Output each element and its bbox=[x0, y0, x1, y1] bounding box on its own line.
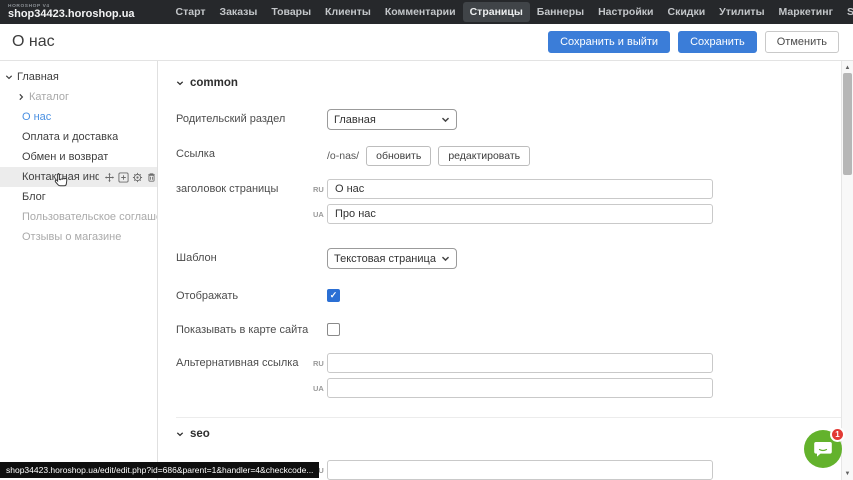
field-template: Шаблон Текстовая страница bbox=[176, 248, 841, 269]
support-chat-button[interactable]: 1 bbox=[804, 430, 842, 468]
nav-item-orders[interactable]: Заказы bbox=[213, 2, 265, 22]
field-label: заголовок страницы bbox=[176, 179, 313, 196]
page-title-ru-input[interactable] bbox=[327, 179, 713, 199]
chevron-down-icon bbox=[176, 79, 184, 87]
field-parent-section: Родительский раздел Главная bbox=[176, 109, 841, 130]
select-value: Главная bbox=[334, 114, 441, 126]
tree-item-catalog[interactable]: Каталог bbox=[0, 87, 157, 107]
section-seo-toggle[interactable]: seo bbox=[176, 428, 841, 440]
delete-trash-icon[interactable] bbox=[146, 172, 157, 183]
scrollbar-thumb[interactable] bbox=[843, 73, 852, 175]
tree-item-label: Пользовательское соглашение bbox=[22, 211, 157, 223]
display-checkbox[interactable] bbox=[327, 289, 340, 302]
page-header: О нас Сохранить и выйти Сохранить Отмени… bbox=[0, 24, 853, 61]
field-alt-link: Альтернативная ссылка RU UA bbox=[176, 353, 841, 403]
nav-item-utilities[interactable]: Утилиты bbox=[712, 2, 771, 22]
lang-badge-ua: UA bbox=[313, 210, 327, 219]
logo[interactable]: HOROSHOP V4 shop34423.horoshop.ua bbox=[8, 4, 135, 21]
tree-item-label: Каталог bbox=[29, 91, 69, 103]
save-and-exit-button[interactable]: Сохранить и выйти bbox=[548, 31, 670, 53]
top-navbar: HOROSHOP V4 shop34423.horoshop.ua Старт … bbox=[0, 0, 853, 24]
chevron-down-icon bbox=[441, 115, 450, 124]
field-link: Ссылка /o-nas/ обновить редактировать bbox=[176, 144, 841, 166]
tree-item-blog[interactable]: Блог bbox=[0, 187, 157, 207]
link-path-value: /o-nas/ bbox=[327, 150, 359, 162]
nav-item-comments[interactable]: Комментарии bbox=[378, 2, 463, 22]
section-seo-title: seo bbox=[190, 428, 210, 440]
alt-link-ua-input[interactable] bbox=[327, 378, 713, 398]
tree-item-label: Обмен и возврат bbox=[22, 151, 108, 163]
tree-item-hover-actions bbox=[104, 172, 157, 183]
chat-notification-badge: 1 bbox=[830, 427, 845, 442]
chevron-right-icon[interactable] bbox=[17, 93, 25, 101]
template-select[interactable]: Текстовая страница bbox=[327, 248, 457, 269]
tree-item-about-us[interactable]: О нас bbox=[0, 107, 157, 127]
tree-item-user-agreement[interactable]: Пользовательское соглашение bbox=[0, 207, 157, 227]
chevron-down-icon[interactable] bbox=[5, 73, 13, 81]
tree-item-label: Контактная инфор bbox=[22, 171, 99, 183]
chevron-down-icon bbox=[176, 430, 184, 438]
pages-tree-sidebar: Главная Каталог О нас Оплата и доставка … bbox=[0, 61, 157, 480]
settings-gear-icon[interactable] bbox=[132, 172, 143, 183]
field-label: Ссылка bbox=[176, 144, 313, 161]
section-common-toggle[interactable]: common bbox=[176, 77, 841, 89]
tree-item-label: Отзывы о магазине bbox=[22, 231, 121, 243]
nav-item-products[interactable]: Товары bbox=[264, 2, 318, 22]
tree-item-label: Главная bbox=[17, 71, 59, 83]
field-label: Показывать в карте сайта bbox=[176, 320, 313, 337]
tree-item-store-reviews[interactable]: Отзывы о магазине bbox=[0, 227, 157, 247]
nav-item-start[interactable]: Старт bbox=[169, 2, 213, 22]
nav-item-pages[interactable]: Страницы bbox=[463, 2, 530, 22]
move-icon[interactable] bbox=[104, 172, 115, 183]
save-button[interactable]: Сохранить bbox=[678, 31, 757, 53]
tree-item-label: Оплата и доставка bbox=[22, 131, 118, 143]
page-title: О нас bbox=[12, 33, 55, 51]
nav-item-seo[interactable]: Seo bbox=[840, 2, 853, 22]
nav-item-marketing[interactable]: Маркетинг bbox=[772, 2, 840, 22]
field-page-title: заголовок страницы RU UA bbox=[176, 179, 841, 229]
refresh-link-button[interactable]: обновить bbox=[366, 146, 431, 166]
main-nav: Старт Заказы Товары Клиенты Комментарии … bbox=[169, 2, 853, 22]
chat-bubble-icon bbox=[813, 440, 833, 458]
html-title-ru-input[interactable] bbox=[327, 460, 713, 480]
scroll-down-arrow-icon[interactable]: ▼ bbox=[842, 468, 853, 479]
logo-domain: shop34423.horoshop.ua bbox=[8, 9, 135, 21]
page-actions: Сохранить и выйти Сохранить Отменить bbox=[548, 31, 839, 53]
lang-badge-ru: RU bbox=[313, 359, 327, 368]
nav-item-banners[interactable]: Баннеры bbox=[530, 2, 591, 22]
tree-item-label: О нас bbox=[22, 111, 51, 123]
select-value: Текстовая страница bbox=[334, 253, 441, 265]
cancel-button[interactable]: Отменить bbox=[765, 31, 839, 53]
status-url-tooltip: shop34423.horoshop.ua/edit/edit.php?id=6… bbox=[0, 462, 319, 478]
alt-link-ru-input[interactable] bbox=[327, 353, 713, 373]
field-display: Отображать bbox=[176, 286, 841, 303]
page-edit-form: common Родительский раздел Главная Ссылк… bbox=[157, 61, 841, 480]
nav-item-settings[interactable]: Настройки bbox=[591, 2, 660, 22]
vertical-scrollbar[interactable]: ▲ ▼ bbox=[841, 61, 853, 480]
tree-item-payment-delivery[interactable]: Оплата и доставка bbox=[0, 127, 157, 147]
chevron-down-icon bbox=[441, 254, 450, 263]
tree-item-home[interactable]: Главная bbox=[0, 67, 157, 87]
field-label: Шаблон bbox=[176, 248, 313, 265]
nav-item-clients[interactable]: Клиенты bbox=[318, 2, 378, 22]
field-label: Родительский раздел bbox=[176, 109, 313, 126]
field-sitemap: Показывать в карте сайта bbox=[176, 320, 841, 337]
section-common-title: common bbox=[190, 77, 238, 89]
field-label: Альтернативная ссылка bbox=[176, 353, 313, 370]
tree-item-contact-info[interactable]: Контактная инфор bbox=[0, 167, 157, 187]
edit-link-button[interactable]: редактировать bbox=[438, 146, 530, 166]
add-page-icon[interactable] bbox=[118, 172, 129, 183]
scroll-up-arrow-icon[interactable]: ▲ bbox=[842, 62, 853, 73]
nav-item-discounts[interactable]: Скидки bbox=[661, 2, 713, 22]
parent-section-select[interactable]: Главная bbox=[327, 109, 457, 130]
field-label: Отображать bbox=[176, 286, 313, 303]
tree-item-exchange-return[interactable]: Обмен и возврат bbox=[0, 147, 157, 167]
sitemap-checkbox[interactable] bbox=[327, 323, 340, 336]
lang-badge-ru: RU bbox=[313, 185, 327, 194]
page-title-ua-input[interactable] bbox=[327, 204, 713, 224]
lang-badge-ua: UA bbox=[313, 384, 327, 393]
tree-item-label: Блог bbox=[22, 191, 46, 203]
